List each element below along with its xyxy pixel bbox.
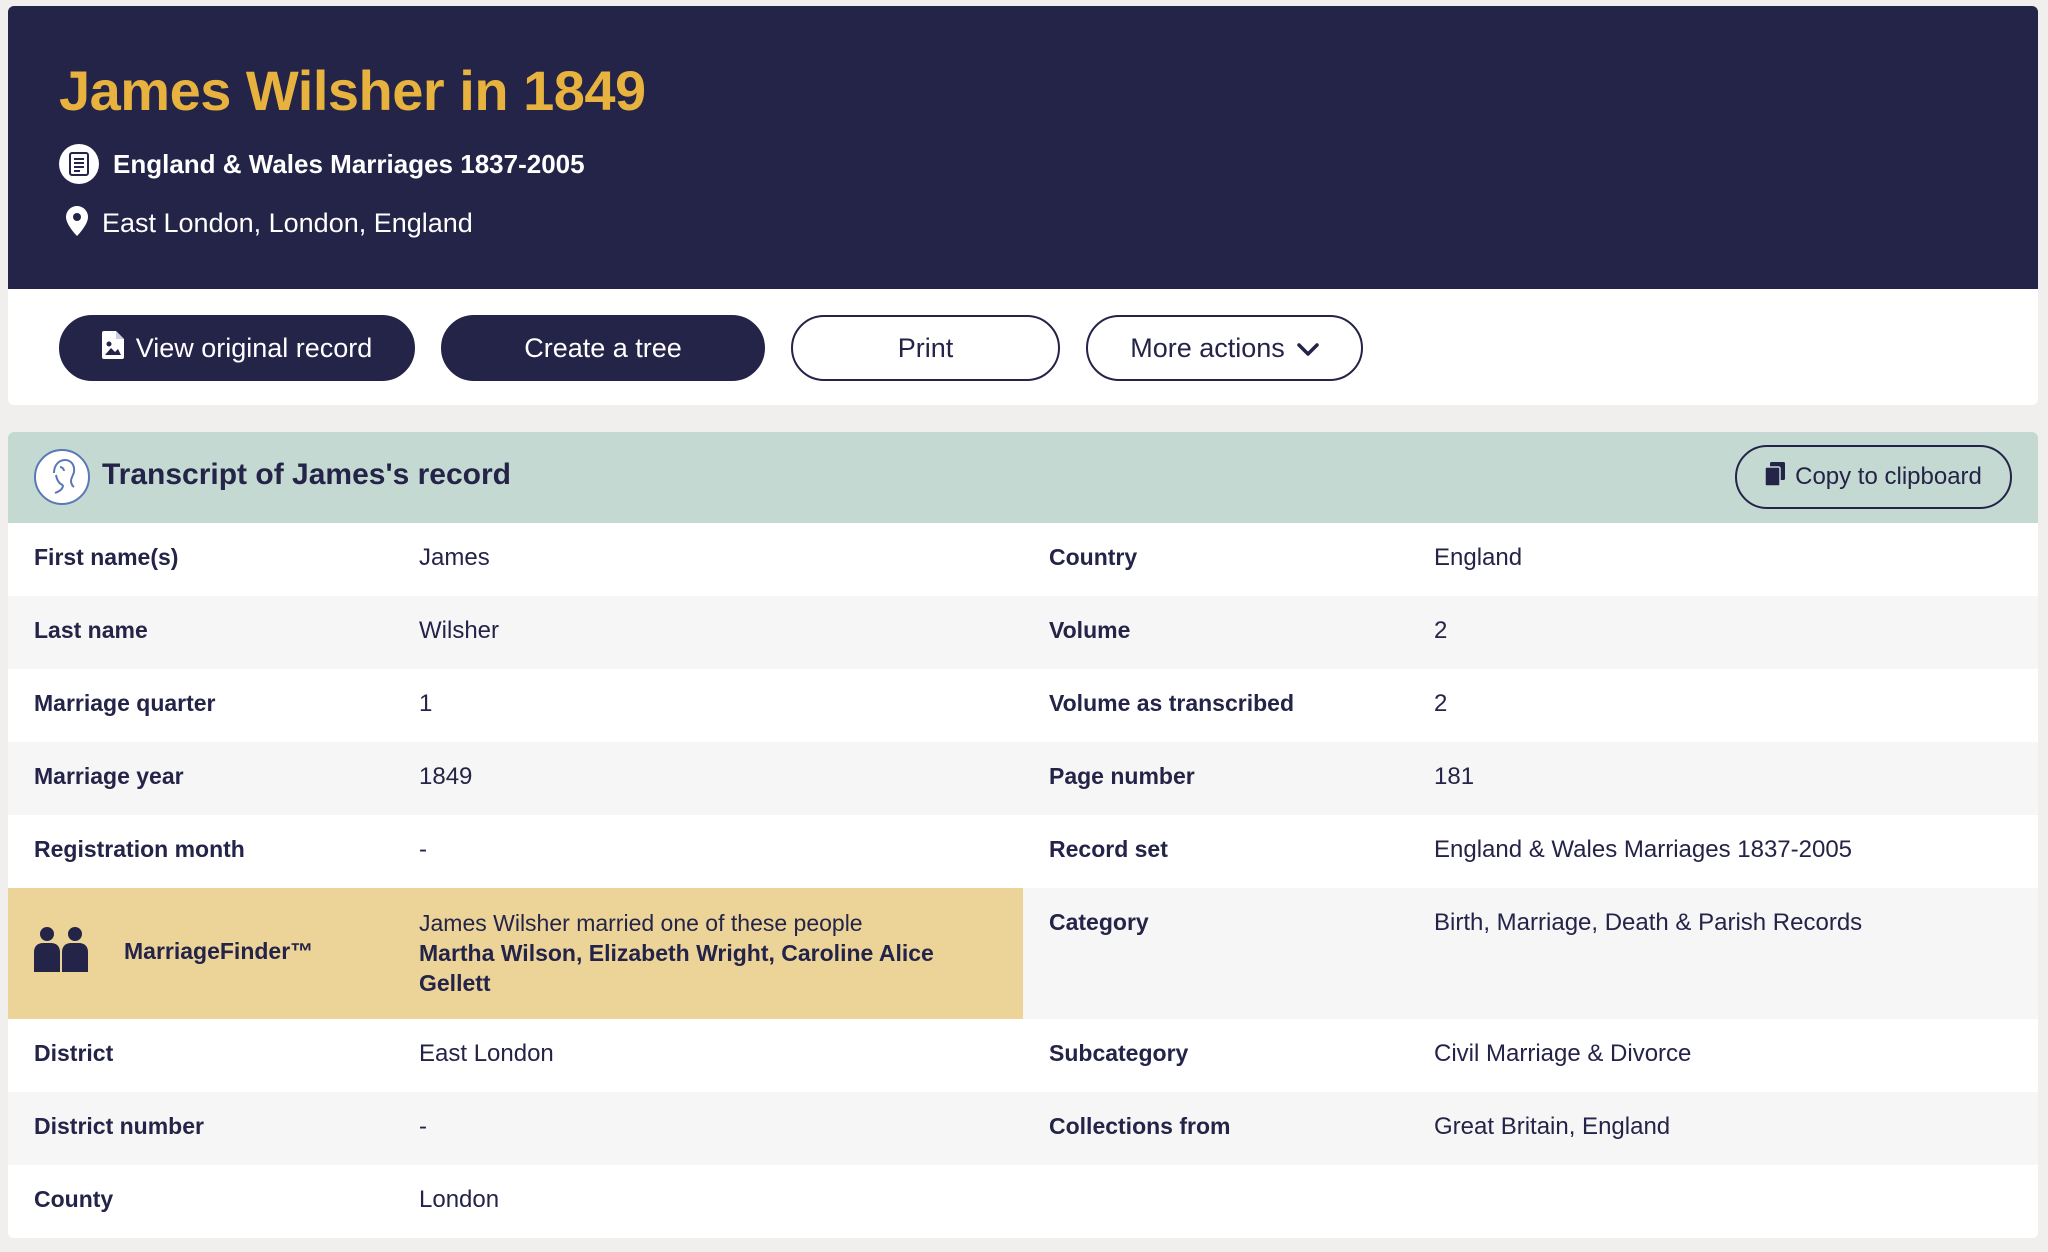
marriage-finder-cell: MarriageFinder™ James Wilsher married on… [8,888,1023,1019]
table-row: County London [8,1165,2038,1238]
field-label: Marriage quarter [34,690,216,716]
table-row: District number - Collections from Great… [8,1092,2038,1165]
view-original-record-button[interactable]: View original record [59,315,415,381]
field-label: Volume as transcribed [1049,690,1294,716]
transcript-header: Transcript of James's record Copy to cli… [8,432,2038,523]
field-volume-as-transcribed: Volume as transcribed 2 [1023,669,2038,742]
table-row: First name(s) James Country England [8,523,2038,596]
create-tree-button[interactable]: Create a tree [441,315,765,381]
field-label: Collections from [1049,1113,1231,1139]
field-marriage-quarter: Marriage quarter 1 [8,669,1023,742]
table-row: Registration month - Record set England … [8,815,2038,888]
document-icon [59,144,99,184]
field-label: District [34,1040,114,1066]
marriage-finder-text: James Wilsher married one of these peopl… [419,908,979,998]
field-label: Record set [1049,836,1168,862]
clipboard-icon [1764,461,1786,493]
table-row: MarriageFinder™ James Wilsher married on… [8,888,2038,1019]
image-file-icon [101,330,124,366]
copy-to-clipboard-button[interactable]: Copy to clipboard [1735,445,2012,509]
field-value: Civil Marriage & Divorce [1434,1040,1692,1067]
field-value: Great Britain, England [1434,1113,1671,1140]
empty-cell [1023,1165,2038,1238]
field-value: London [419,1186,500,1213]
field-value: - [419,836,427,863]
field-label: Last name [34,617,148,643]
marriage-finder-intro: James Wilsher married one of these peopl… [419,910,863,936]
location-pin-icon [66,206,88,241]
field-marriage-year: Marriage year 1849 [8,742,1023,815]
record-collection[interactable]: England & Wales Marriages 1837-2005 [59,144,585,184]
field-collections-from: Collections from Great Britain, England [1023,1092,2038,1165]
marriage-finder-label: MarriageFinder™ [124,938,314,964]
table-row: District East London Subcategory Civil M… [8,1019,2038,1092]
transcript-panel: Transcript of James's record Copy to cli… [8,432,2038,1238]
field-subcategory: Subcategory Civil Marriage & Divorce [1023,1019,2038,1092]
view-original-record-label: View original record [135,332,373,363]
field-value: 2 [1434,690,1448,717]
location-text: East London, London, England [102,208,473,238]
action-bar: View original record Create a tree Print… [8,289,2038,405]
field-first-name: First name(s) James [8,523,1023,596]
field-page-number: Page number 181 [1023,742,2038,815]
field-value: England [1434,544,1523,571]
field-country: Country England [1023,523,2038,596]
field-district-number: District number - [8,1092,1023,1165]
field-value: 2 [1434,617,1448,644]
marriage-finder[interactable]: MarriageFinder™ James Wilsher married on… [8,888,1023,1019]
collection-name[interactable]: England & Wales Marriages 1837-2005 [113,149,585,180]
record-location: East London, London, England [66,206,473,241]
field-record-set: Record set England & Wales Marriages 183… [1023,815,2038,888]
field-label: Registration month [34,836,245,862]
field-label: Page number [1049,763,1195,789]
field-label: County [34,1186,114,1212]
field-district: District East London [8,1019,1023,1092]
field-label: Marriage year [34,763,184,789]
field-value: 1 [419,690,433,717]
field-label: District number [34,1113,204,1139]
print-button[interactable]: Print [791,315,1060,381]
print-label: Print [897,332,954,363]
marriage-finder-names[interactable]: Martha Wilson, Elizabeth Wright, Carolin… [419,938,979,998]
table-row: Marriage quarter 1 Volume as transcribed… [8,669,2038,742]
field-category: Category Birth, Marriage, Death & Parish… [1023,888,2038,1019]
more-actions-label: More actions [1130,332,1285,363]
couple-icon [34,926,88,977]
table-row: Marriage year 1849 Page number 181 [8,742,2038,815]
transcript-table: First name(s) James Country England Last… [8,523,2038,1238]
chevron-down-icon [1297,333,1319,364]
field-label: Category [1049,909,1149,935]
field-value: - [419,1113,427,1140]
field-label: Volume [1049,617,1131,643]
transcript-title: Transcript of James's record [102,458,511,491]
field-value: 1849 [419,763,473,790]
record-header: James Wilsher in 1849 England & Wales Ma… [8,6,2038,289]
field-registration-month: Registration month - [8,815,1023,888]
create-tree-label: Create a tree [524,332,682,363]
field-label: Subcategory [1049,1040,1189,1066]
field-last-name: Last name Wilsher [8,596,1023,669]
field-value: Wilsher [419,617,500,644]
page-title: James Wilsher in 1849 [59,59,646,122]
field-value: Birth, Marriage, Death & Parish Records [1434,909,1863,936]
field-label: First name(s) [34,544,179,570]
field-value: James [419,544,490,571]
field-value: East London [419,1040,554,1067]
field-county: County London [8,1165,1023,1238]
more-actions-button[interactable]: More actions [1086,315,1363,381]
field-volume: Volume 2 [1023,596,2038,669]
field-value[interactable]: England & Wales Marriages 1837-2005 [1434,836,1852,864]
copy-to-clipboard-label: Copy to clipboard [1795,463,1982,490]
portrait-icon [34,449,90,505]
field-label: Country [1049,544,1138,570]
field-value: 181 [1434,763,1475,790]
table-row: Last name Wilsher Volume 2 [8,596,2038,669]
